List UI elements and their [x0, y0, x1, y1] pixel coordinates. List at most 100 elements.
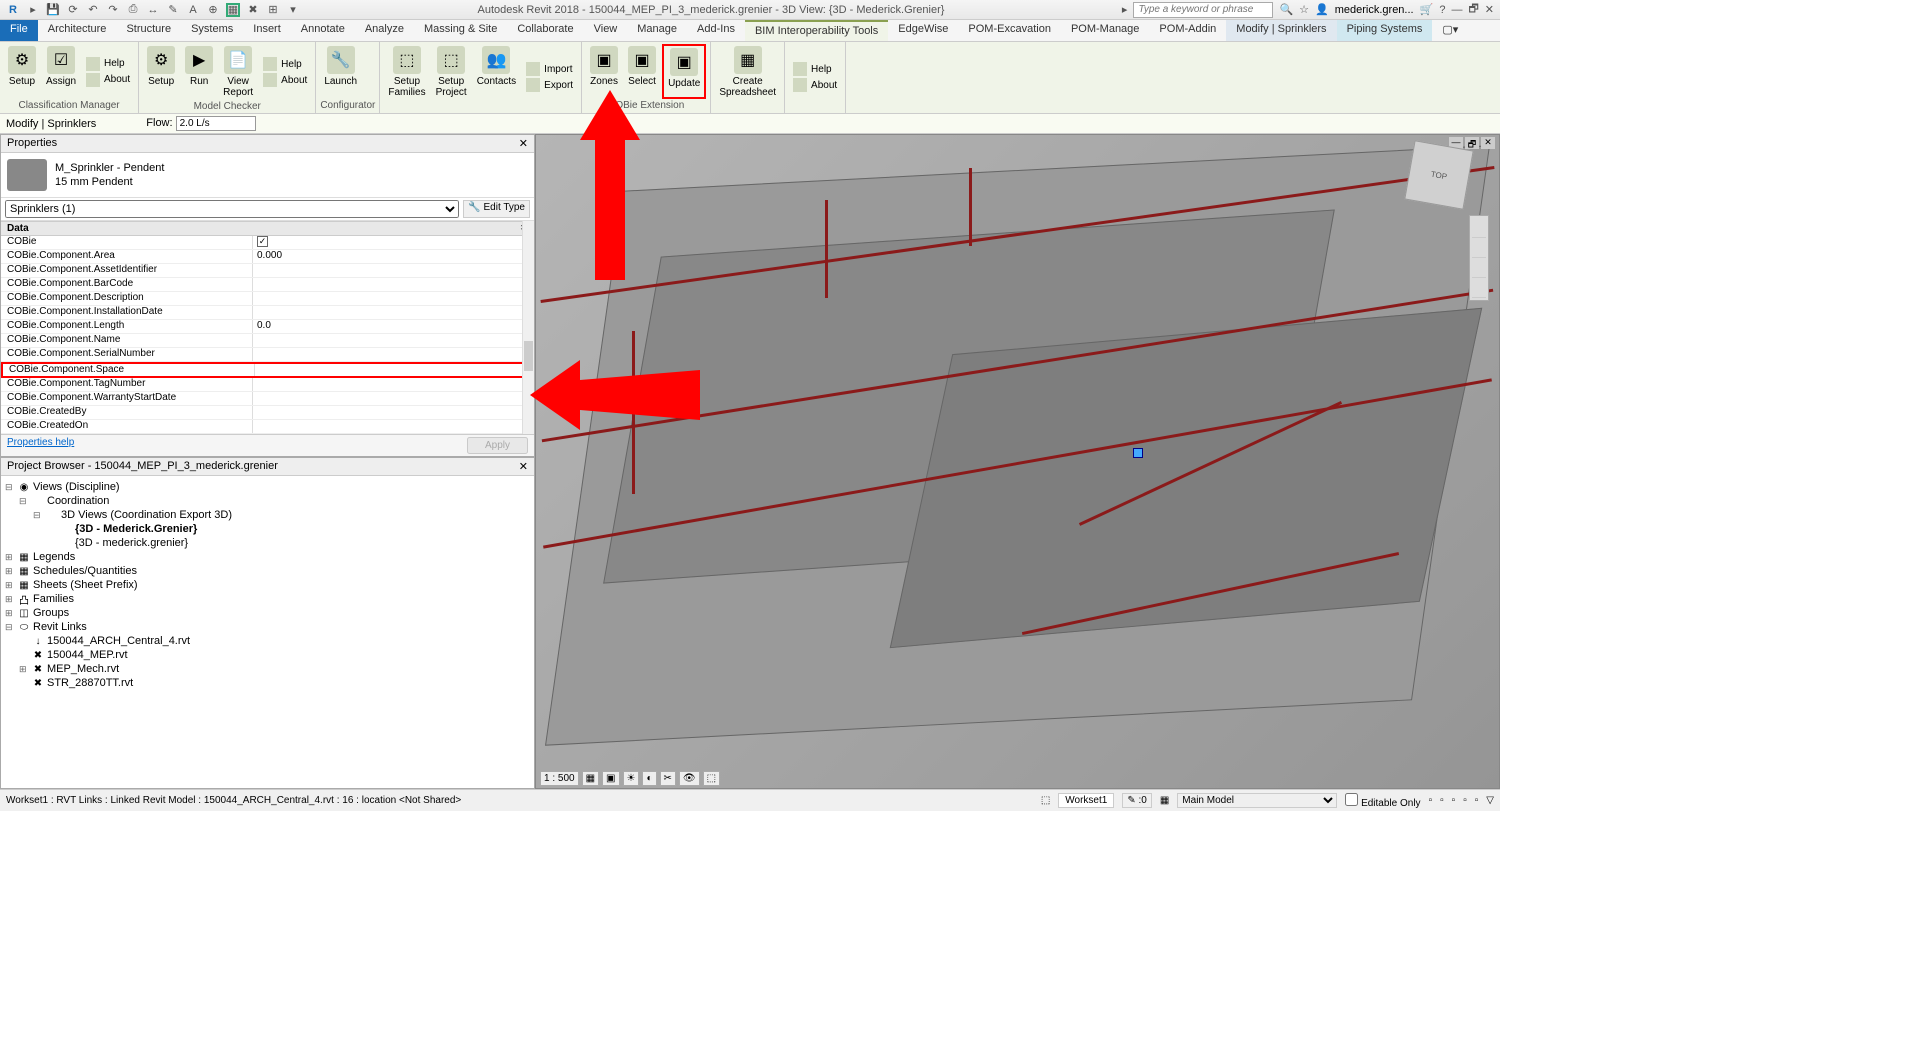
- property-row[interactable]: COBie✓: [1, 236, 534, 250]
- property-row[interactable]: COBie.Component.Name: [1, 334, 534, 348]
- property-row[interactable]: COBie.Component.Space: [1, 362, 534, 378]
- nav-zoom-icon[interactable]: [1472, 258, 1486, 278]
- property-row[interactable]: COBie.Component.Area0.000: [1, 250, 534, 264]
- revit-logo-icon[interactable]: R: [6, 3, 20, 17]
- reveal-icon[interactable]: ⬚: [703, 771, 720, 786]
- close-icon[interactable]: ✕: [519, 137, 528, 150]
- filter-icon[interactable]: ▽: [1486, 795, 1494, 806]
- properties-help-link[interactable]: Properties help: [7, 437, 74, 454]
- property-row[interactable]: COBie.Component.Length0.0: [1, 320, 534, 334]
- create-spreadsheet-button[interactable]: ▦Create Spreadsheet: [715, 44, 780, 110]
- visual-style-icon[interactable]: ▣: [602, 771, 619, 786]
- help-button[interactable]: Help: [789, 61, 841, 77]
- shadows-icon[interactable]: ◐: [642, 771, 656, 786]
- help-button[interactable]: Help: [82, 56, 134, 72]
- project-tree[interactable]: ⊟◉Views (Discipline)⊟Coordination⊟3D Vie…: [1, 476, 534, 788]
- export-button[interactable]: Export: [522, 77, 577, 93]
- tab-file[interactable]: File: [0, 20, 38, 41]
- tree-node[interactable]: ⊟◉Views (Discipline): [5, 480, 530, 494]
- setup-families-button[interactable]: ⬚Setup Families: [384, 44, 429, 110]
- property-row[interactable]: COBie.Component.TagNumber: [1, 378, 534, 392]
- info-icon[interactable]: ▸: [1122, 3, 1128, 16]
- search-input[interactable]: [1133, 2, 1273, 18]
- property-row[interactable]: COBie.CreatedBy: [1, 406, 534, 420]
- tab-addins[interactable]: Add-Ins: [687, 20, 745, 41]
- launch-button[interactable]: 🔧Launch: [320, 44, 361, 99]
- tree-node[interactable]: ⊞凸Families: [5, 592, 530, 606]
- view-restore-icon[interactable]: 🗗: [1465, 137, 1479, 149]
- tree-node[interactable]: {3D - mederick.grenier}: [5, 536, 530, 550]
- design-options-icon[interactable]: ▦: [1160, 795, 1169, 806]
- nav-wheel-icon[interactable]: [1472, 218, 1486, 238]
- workset-icon[interactable]: ⬚: [1041, 795, 1050, 806]
- tree-node[interactable]: ⊞▦Schedules/Quantities: [5, 564, 530, 578]
- tab-collapse-icon[interactable]: ▢▾: [1432, 20, 1468, 41]
- design-options-selector[interactable]: Main Model: [1177, 793, 1337, 808]
- qat-icon[interactable]: ▾: [286, 3, 300, 17]
- about-button[interactable]: About: [259, 72, 311, 88]
- tree-node[interactable]: ⊞✖MEP_Mech.rvt: [5, 662, 530, 676]
- 3d-viewport[interactable]: — 🗗 ✕ TOP 1 : 500 ▦ ▣ ☀ ◐ ✂ 👁 ⬚: [535, 134, 1500, 789]
- property-row[interactable]: COBie.Component.InstallationDate: [1, 306, 534, 320]
- select-underlay-icon[interactable]: ▫: [1440, 795, 1444, 806]
- type-selector[interactable]: M_Sprinkler - Pendent 15 mm Pendent: [55, 161, 164, 189]
- nav-orbit-icon[interactable]: [1472, 278, 1486, 298]
- update-button[interactable]: ▣Update: [662, 44, 706, 99]
- select-links-icon[interactable]: ▫: [1429, 795, 1433, 806]
- about-button[interactable]: About: [82, 72, 134, 88]
- tree-node[interactable]: ⊞▦Legends: [5, 550, 530, 564]
- open-icon[interactable]: ▸: [26, 3, 40, 17]
- sun-path-icon[interactable]: ☀: [623, 771, 640, 786]
- property-row[interactable]: COBie.Component.WarrantyStartDate: [1, 392, 534, 406]
- assign-button[interactable]: ☑Assign: [42, 44, 80, 99]
- tab-edgewise[interactable]: EdgeWise: [888, 20, 958, 41]
- tree-node[interactable]: ⊟3D Views (Coordination Export 3D): [5, 508, 530, 522]
- search-icon[interactable]: 🔍: [1279, 3, 1293, 16]
- import-button[interactable]: Import: [522, 61, 577, 77]
- tree-node[interactable]: ⊟⬭Revit Links: [5, 620, 530, 634]
- help-button[interactable]: Help: [259, 56, 311, 72]
- tab-manage[interactable]: Manage: [627, 20, 687, 41]
- section-header[interactable]: Data: [7, 223, 29, 234]
- property-row[interactable]: COBie.Component.Description: [1, 292, 534, 306]
- scale-selector[interactable]: 1 : 500: [540, 771, 579, 786]
- editable-only-checkbox[interactable]: Editable Only: [1345, 793, 1420, 809]
- user-name[interactable]: mederick.gren...: [1335, 4, 1414, 16]
- tab-insert[interactable]: Insert: [243, 20, 291, 41]
- view-report-button[interactable]: 📄View Report: [219, 44, 257, 100]
- drag-icon[interactable]: ▫: [1475, 795, 1479, 806]
- tab-pom-excavation[interactable]: POM-Excavation: [958, 20, 1061, 41]
- close-icon[interactable]: ✕: [519, 460, 528, 473]
- qat-icon[interactable]: ✎: [166, 3, 180, 17]
- tab-view[interactable]: View: [584, 20, 628, 41]
- view-close-icon[interactable]: ✕: [1481, 137, 1495, 149]
- contacts-button[interactable]: 👥Contacts: [473, 44, 520, 110]
- qat-icon[interactable]: ✖: [246, 3, 260, 17]
- setup-project-button[interactable]: ⬚Setup Project: [432, 44, 471, 110]
- tab-structure[interactable]: Structure: [116, 20, 181, 41]
- navigation-bar[interactable]: [1469, 215, 1489, 301]
- cart-icon[interactable]: 🛒: [1420, 3, 1434, 16]
- tab-analyze[interactable]: Analyze: [355, 20, 414, 41]
- workset-selector[interactable]: Workset1: [1058, 793, 1114, 808]
- help-icon[interactable]: ?: [1439, 4, 1445, 16]
- apply-button[interactable]: Apply: [467, 437, 528, 454]
- property-row[interactable]: COBie.Component.AssetIdentifier: [1, 264, 534, 278]
- crop-icon[interactable]: ✂: [660, 771, 676, 786]
- tree-node[interactable]: ✖STR_28870TT.rvt: [5, 676, 530, 690]
- property-row[interactable]: COBie.CreatedOn: [1, 420, 534, 434]
- about-button[interactable]: About: [789, 77, 841, 93]
- qat-icon[interactable]: ▦: [226, 3, 240, 17]
- tab-bim-interop[interactable]: BIM Interoperability Tools: [745, 20, 888, 41]
- flow-input[interactable]: [176, 116, 256, 131]
- save-icon[interactable]: 💾: [46, 3, 60, 17]
- select-pinned-icon[interactable]: ▫: [1452, 795, 1456, 806]
- minimize-icon[interactable]: —: [1451, 4, 1462, 16]
- tree-node[interactable]: ⊞▦Sheets (Sheet Prefix): [5, 578, 530, 592]
- setup-button[interactable]: ⚙Setup: [143, 44, 179, 100]
- hide-icon[interactable]: 👁: [679, 771, 700, 786]
- tab-annotate[interactable]: Annotate: [291, 20, 355, 41]
- qat-icon[interactable]: A: [186, 3, 200, 17]
- print-icon[interactable]: ⎙: [126, 3, 140, 17]
- tree-node[interactable]: ↓150044_ARCH_Central_4.rvt: [5, 634, 530, 648]
